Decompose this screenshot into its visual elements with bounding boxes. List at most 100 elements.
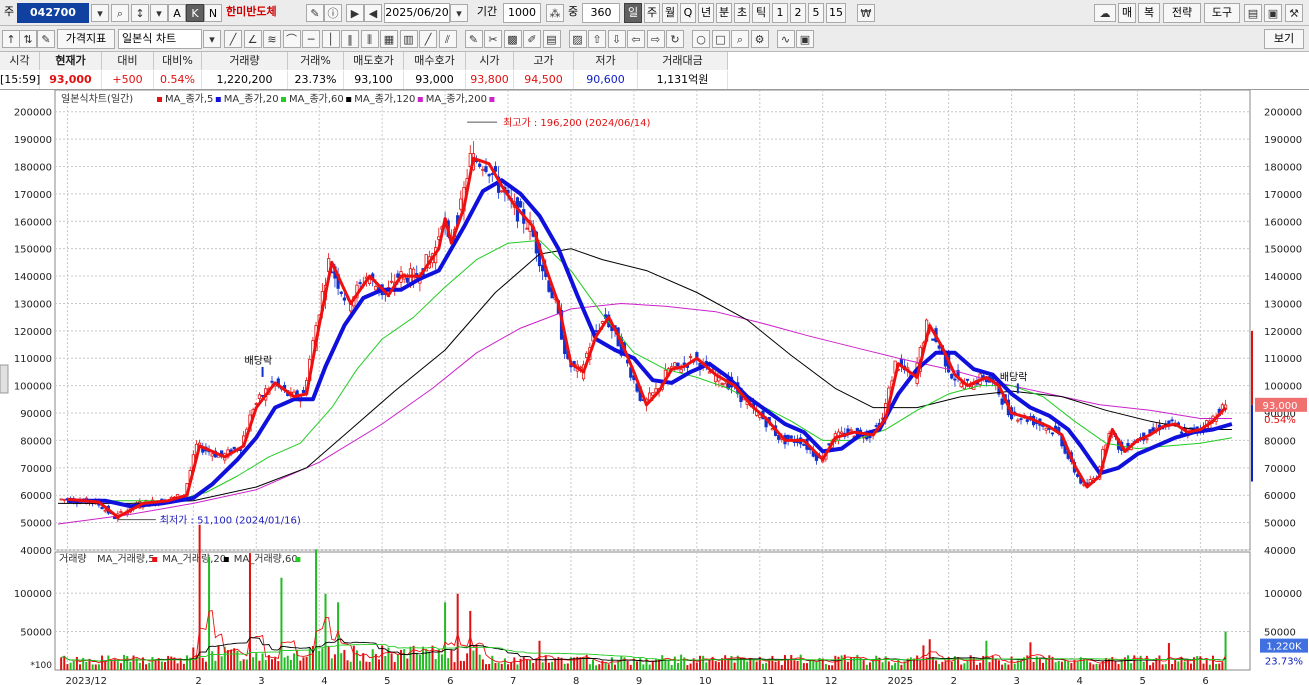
period-grid-icon[interactable]: ▦ xyxy=(380,30,398,48)
period-button-3[interactable]: Q xyxy=(680,3,696,23)
vline-icon[interactable]: │ xyxy=(321,30,340,48)
volume-bar xyxy=(900,664,903,670)
bars-icon[interactable]: ▥ xyxy=(399,30,418,48)
price-range-down xyxy=(1251,404,1253,482)
right-icon[interactable]: ⇨ xyxy=(646,30,665,48)
channel-icon[interactable]: ‖ xyxy=(341,30,359,48)
volume-bar xyxy=(563,663,566,670)
period-input[interactable]: 1000 xyxy=(503,3,541,23)
angle-icon[interactable]: ∠ xyxy=(243,30,262,48)
list-icon[interactable]: ▤ xyxy=(542,30,561,48)
calendar-dropdown-icon[interactable]: ▾ xyxy=(450,4,468,22)
buy-button[interactable]: 매 xyxy=(1118,3,1136,23)
chart-type-select[interactable]: 일본식 차트 xyxy=(118,29,202,49)
note-icon[interactable]: ✐ xyxy=(523,30,541,48)
fill-icon[interactable]: ▩ xyxy=(503,30,522,48)
search-icon[interactable]: ⌕ xyxy=(111,4,129,22)
hline-icon[interactable]: ─ xyxy=(302,30,320,48)
period-button-10[interactable]: 5 xyxy=(808,3,824,23)
y-tick-label-left: 200000 xyxy=(14,108,52,119)
edit-icon[interactable]: ✎ xyxy=(37,30,55,48)
a-button[interactable]: A xyxy=(168,4,186,22)
volume-bar xyxy=(890,665,893,670)
volume-bar xyxy=(425,649,428,670)
wave-icon[interactable]: ∿ xyxy=(776,30,795,48)
candle-body xyxy=(1145,438,1149,440)
view-button[interactable]: 보기 xyxy=(1264,29,1304,49)
wrench-icon[interactable]: ⚒ xyxy=(1285,4,1303,22)
volume-bar xyxy=(815,661,818,670)
period-button-8[interactable]: 1 xyxy=(772,3,788,23)
volume-bar xyxy=(469,610,472,670)
trend-icon[interactable]: ╱ xyxy=(419,30,437,48)
left-icon[interactable]: ⇦ xyxy=(627,30,645,48)
period-button-11[interactable]: 15 xyxy=(826,3,846,23)
fib-icon[interactable]: ≋ xyxy=(263,30,281,48)
legend-swatch-2 xyxy=(281,97,286,102)
play-icon[interactable]: ▶ xyxy=(346,4,364,22)
grid-icon[interactable]: ⁂ xyxy=(546,4,564,22)
cloud-icon[interactable]: ☁ xyxy=(1094,4,1116,22)
save-icon[interactable]: ▣ xyxy=(1264,4,1282,22)
candle-body xyxy=(1025,419,1029,422)
down-icon[interactable]: ⇩ xyxy=(607,30,626,48)
stock-code-input[interactable]: 042700 xyxy=(17,3,89,23)
y-tick-label-right: 130000 xyxy=(1264,299,1302,310)
cut-icon[interactable]: ✂ xyxy=(484,30,502,48)
period-button-1[interactable]: 주 xyxy=(644,3,660,23)
info-icon[interactable]: ⓘ xyxy=(324,4,342,22)
folder-icon[interactable]: ▤ xyxy=(1244,4,1262,22)
period-button-7[interactable]: 틱 xyxy=(752,3,770,23)
x-tick-label: 4 xyxy=(1077,676,1083,685)
chevron-down-icon[interactable]: ▾ xyxy=(203,30,221,48)
volume-bar xyxy=(107,655,110,670)
period-button-4[interactable]: 년 xyxy=(698,3,714,23)
indicator-button[interactable]: 가격지표 xyxy=(57,29,115,49)
period-button-5[interactable]: 분 xyxy=(716,3,732,23)
dropdown-icon[interactable]: ▾ xyxy=(150,4,168,22)
line-icon[interactable]: ╱ xyxy=(224,30,242,48)
volume-bar xyxy=(305,656,308,670)
parallel-icon[interactable]: ⫽ xyxy=(438,30,457,48)
volume-tick-left: 50000 xyxy=(20,628,52,639)
settings-icon[interactable]: ⚙ xyxy=(750,30,769,48)
period-button-9[interactable]: 2 xyxy=(790,3,806,23)
date-input[interactable]: 2025/06/20 xyxy=(384,3,450,23)
pattern-icon[interactable]: ▨ xyxy=(568,30,587,48)
tools-button[interactable]: 도구 xyxy=(1204,3,1240,23)
volume-bar xyxy=(1045,659,1048,670)
candle-body xyxy=(342,297,346,301)
arrows-icon[interactable]: ⇅ xyxy=(19,30,37,48)
prev-icon[interactable]: ◀ xyxy=(364,4,382,22)
volume-bar xyxy=(544,655,547,670)
volume-bar xyxy=(790,654,793,670)
arc-icon[interactable]: ⌒ xyxy=(282,30,301,48)
strategy-button[interactable]: 전략 xyxy=(1163,3,1201,23)
volume-bar xyxy=(164,662,166,670)
circle-icon[interactable]: ○ xyxy=(692,30,710,48)
count-input[interactable]: 360 xyxy=(582,3,620,23)
period-button-6[interactable]: 초 xyxy=(734,3,750,23)
duplicate-button[interactable]: 복 xyxy=(1138,3,1160,23)
pencil-icon[interactable]: ✎ xyxy=(464,30,483,48)
sort-icon[interactable]: ↕ xyxy=(131,4,149,22)
period-button-2[interactable]: 월 xyxy=(662,3,678,23)
volume-bar xyxy=(119,663,122,670)
volume-bar xyxy=(862,660,865,670)
n-button[interactable]: N xyxy=(204,4,222,22)
memo-icon[interactable]: ✎ xyxy=(306,4,324,22)
period-button-0[interactable]: 일 xyxy=(624,3,642,23)
quote-value-3: 0.54% xyxy=(154,71,202,89)
grid-lines-icon[interactable]: ⫼ xyxy=(360,30,379,48)
dropdown-icon[interactable]: ▾ xyxy=(91,4,109,22)
price-chart[interactable]: 40000 40000 50000 50000 60000 60000 70000 70000… xyxy=(0,90,1309,685)
zoom-icon[interactable]: ⌕ xyxy=(731,30,749,48)
won-icon[interactable]: ₩ xyxy=(857,4,875,22)
box-icon[interactable]: ▣ xyxy=(796,30,814,48)
rect-icon[interactable]: □ xyxy=(711,30,730,48)
volume-bar xyxy=(1082,659,1085,670)
rotate-icon[interactable]: ↻ xyxy=(666,30,684,48)
k-button[interactable]: K xyxy=(186,4,204,22)
up-icon[interactable]: ⇧ xyxy=(588,30,606,48)
arrow-up-icon[interactable]: ↑ xyxy=(2,30,20,48)
